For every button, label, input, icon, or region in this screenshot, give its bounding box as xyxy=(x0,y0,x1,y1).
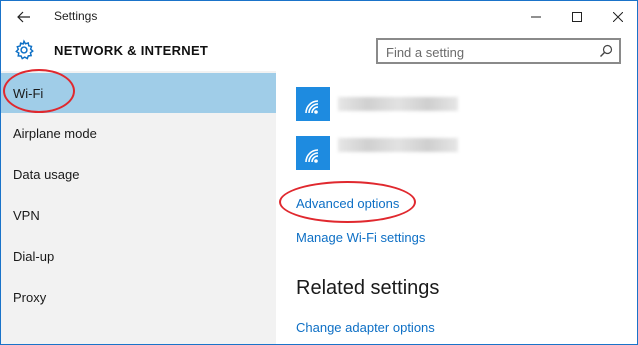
close-icon xyxy=(613,12,623,22)
sidebar-item-dial-up[interactable]: Dial-up xyxy=(1,236,276,276)
change-adapter-options-link[interactable]: Change adapter options xyxy=(296,320,435,335)
network-name-redacted xyxy=(338,97,458,111)
back-button[interactable] xyxy=(9,4,39,30)
sidebar-item-label: Dial-up xyxy=(13,248,55,264)
maximize-icon xyxy=(572,12,582,22)
wifi-tile xyxy=(296,136,330,170)
search-input[interactable] xyxy=(386,43,586,61)
title-bar: Settings xyxy=(1,1,637,33)
settings-window: Settings NETWORK & INTERNET Find a setti… xyxy=(0,0,638,345)
gear-icon xyxy=(15,39,34,60)
search-icon[interactable] xyxy=(599,44,613,58)
sidebar-item-label: Airplane mode xyxy=(13,125,97,141)
sidebar-item-airplane-mode[interactable]: Airplane mode xyxy=(1,113,276,153)
page-title: NETWORK & INTERNET xyxy=(54,43,209,58)
annotation-circle-advanced-options xyxy=(279,181,416,223)
sidebar-item-label: VPN xyxy=(13,207,40,223)
close-button[interactable] xyxy=(595,1,637,33)
back-arrow-icon xyxy=(17,11,30,23)
sidebar-item-vpn[interactable]: VPN xyxy=(1,195,276,235)
related-settings-heading: Related settings xyxy=(296,277,440,299)
maximize-button[interactable] xyxy=(554,1,600,33)
sidebar-item-label: Data usage xyxy=(13,166,80,182)
wifi-icon xyxy=(305,149,319,163)
window-title: Settings xyxy=(54,9,98,23)
manage-wifi-settings-link[interactable]: Manage Wi-Fi settings xyxy=(296,230,425,245)
network-name-redacted xyxy=(338,138,458,152)
minimize-icon xyxy=(531,16,541,18)
minimize-button[interactable] xyxy=(513,1,559,33)
annotation-circle-wifi xyxy=(3,69,75,113)
sidebar-item-data-usage[interactable]: Data usage xyxy=(1,154,276,194)
wifi-icon xyxy=(305,100,319,114)
network-item[interactable] xyxy=(296,87,626,123)
sidebar-item-label: Proxy xyxy=(13,289,47,305)
wifi-tile xyxy=(296,87,330,121)
sidebar-item-proxy[interactable]: Proxy xyxy=(1,277,276,317)
search-box[interactable] xyxy=(376,38,621,64)
network-item[interactable] xyxy=(296,136,626,172)
